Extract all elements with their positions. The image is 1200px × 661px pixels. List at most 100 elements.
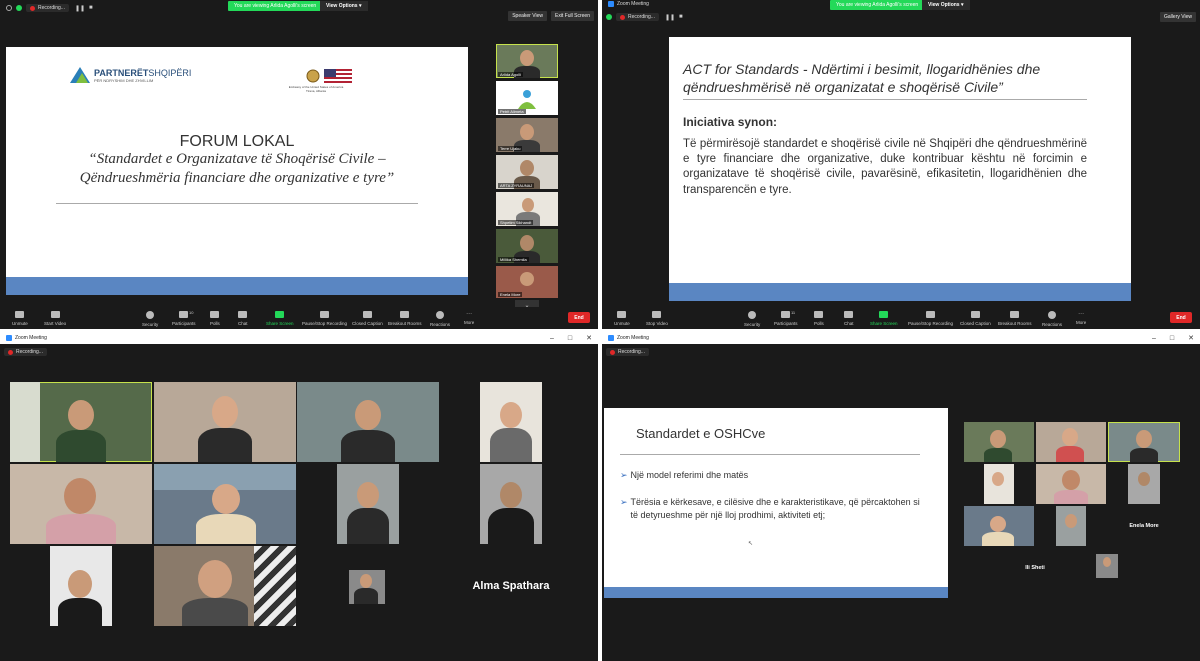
participant-tile[interactable] <box>154 382 296 462</box>
participant-name: Millika Shemila <box>498 257 529 262</box>
speaker-view-button[interactable]: Speaker View <box>508 11 547 21</box>
polls-button[interactable]: Polls <box>814 311 824 326</box>
recording-indicator[interactable]: Recording... <box>26 4 69 12</box>
participant-tile[interactable]: Petrit Alimeta <box>496 81 558 115</box>
participant-tile[interactable]: ARTA ZYRAUNAJ <box>496 155 558 189</box>
maximize-icon[interactable]: □ <box>568 335 572 342</box>
participant-face <box>1138 472 1150 486</box>
participant-face <box>500 402 522 428</box>
maximize-icon[interactable]: □ <box>1170 335 1174 342</box>
security-shield-icon[interactable] <box>606 14 612 20</box>
participant-face <box>990 430 1006 448</box>
share-screen-icon <box>879 311 889 318</box>
reactions-button[interactable]: Reactions <box>430 311 450 327</box>
participant-tile[interactable]: Terre Ujaku <box>496 118 558 152</box>
exit-full-screen-button[interactable]: Exit Full Screen <box>550 11 594 21</box>
end-button[interactable]: End <box>568 312 590 323</box>
participants-label: Participants <box>774 321 798 326</box>
participant-body <box>347 508 389 544</box>
participant-tile[interactable]: Ili Sheti <box>1000 548 1070 588</box>
participant-tile[interactable] <box>10 546 152 626</box>
close-icon[interactable]: ✕ <box>586 334 592 342</box>
breakout-rooms-button[interactable]: Breakout Rooms <box>388 311 422 326</box>
security-label: Security <box>744 322 761 327</box>
meeting-topbar: Recording... <box>0 346 598 358</box>
participant-tile[interactable] <box>1072 548 1142 588</box>
participant-tile[interactable]: Shpetim Sikhandt <box>496 192 558 226</box>
more-icon: ··· <box>466 311 473 317</box>
end-button[interactable]: End <box>1170 312 1192 323</box>
participant-tile[interactable] <box>297 382 439 462</box>
start-video-button[interactable]: Start Video <box>44 311 66 326</box>
participant-tile[interactable] <box>964 422 1034 462</box>
participant-tile[interactable] <box>964 506 1034 546</box>
participant-tile[interactable] <box>154 464 296 544</box>
reactions-icon <box>436 311 444 319</box>
recording-indicator[interactable]: Recording... <box>606 348 649 356</box>
participant-body <box>1056 446 1084 462</box>
unmute-button[interactable]: Unmute <box>614 311 630 326</box>
more-button[interactable]: ··· More <box>464 311 474 325</box>
security-button[interactable]: Security <box>744 311 760 327</box>
pause-stop-recording-button[interactable]: Pause/Stop Recording <box>908 311 953 326</box>
participant-tile[interactable]: Enela More <box>496 266 558 298</box>
shared-slide: Standardet e OSHCve ➢ Një model referimi … <box>604 408 948 598</box>
unmute-button[interactable]: Unmute <box>12 311 28 326</box>
pause-icon[interactable]: ❚❚ <box>665 14 675 21</box>
gallery-view-button[interactable]: Gallery View <box>1160 12 1196 22</box>
participant-tile[interactable] <box>1108 464 1180 504</box>
video-icon <box>652 311 662 318</box>
participant-tile[interactable] <box>1108 422 1180 462</box>
chat-label: Chat <box>238 321 248 326</box>
breakout-rooms-icon <box>400 311 410 318</box>
minimize-icon[interactable]: – <box>1152 335 1156 342</box>
recording-indicator[interactable]: Recording... <box>4 348 47 356</box>
stop-icon[interactable]: ■ <box>679 14 683 20</box>
participant-tile[interactable] <box>297 464 439 544</box>
share-screen-button[interactable]: Share Screen <box>870 311 898 326</box>
closed-caption-button[interactable]: Closed Caption <box>352 311 383 326</box>
pause-icon[interactable]: ❚❚ <box>75 5 85 12</box>
participant-tile[interactable] <box>440 464 582 544</box>
participant-tile[interactable] <box>154 546 296 626</box>
participant-tile[interactable] <box>1036 506 1106 546</box>
participant-tile[interactable]: Arlida Agolli <box>496 44 558 78</box>
close-icon[interactable]: ✕ <box>1188 334 1194 342</box>
chat-button[interactable]: Chat <box>844 311 854 326</box>
reactions-button[interactable]: Reactions <box>1042 311 1062 327</box>
more-button[interactable]: ··· More <box>1076 311 1086 325</box>
shared-slide: ACT for Standards - Ndërtimi i besimit, … <box>669 37 1131 301</box>
minimize-icon[interactable]: – <box>550 335 554 342</box>
participant-tile[interactable]: Alma Spathara <box>440 546 582 626</box>
view-options-button[interactable]: View Options ▾ <box>320 1 368 11</box>
security-shield-icon[interactable] <box>16 5 22 11</box>
stop-icon[interactable]: ■ <box>89 5 93 11</box>
participant-tile[interactable] <box>440 382 582 462</box>
participant-tile[interactable] <box>10 382 152 462</box>
participant-body <box>984 448 1012 462</box>
view-options-button[interactable]: View Options ▾ <box>922 0 970 10</box>
pause-stop-recording-button[interactable]: Pause/Stop Recording <box>302 311 347 326</box>
participant-tile[interactable] <box>10 464 152 544</box>
polls-button[interactable]: Polls <box>210 311 220 326</box>
chat-icon <box>238 311 248 318</box>
share-screen-button[interactable]: Share Screen <box>266 311 294 326</box>
participant-tile[interactable]: Millika Shemila <box>496 229 558 263</box>
closed-caption-button[interactable]: Closed Caption <box>960 311 991 326</box>
share-screen-icon <box>275 311 285 318</box>
partneret-logo-icon <box>70 67 90 83</box>
recording-indicator[interactable]: Recording... <box>616 13 659 21</box>
record-dot-icon <box>620 14 625 20</box>
security-button[interactable]: Security <box>142 311 158 327</box>
participants-icon <box>781 311 791 318</box>
participant-tile[interactable] <box>1036 464 1106 504</box>
participant-tile[interactable]: Enela More <box>1108 506 1180 546</box>
info-icon[interactable] <box>6 5 12 11</box>
chat-button[interactable]: Chat <box>238 311 248 326</box>
breakout-rooms-button[interactable]: Breakout Rooms <box>998 311 1032 326</box>
participant-tile[interactable] <box>297 546 439 626</box>
stop-video-button[interactable]: Stop Video <box>646 311 668 326</box>
participant-body <box>58 598 102 626</box>
participant-tile[interactable] <box>1036 422 1106 462</box>
participant-tile[interactable] <box>964 464 1034 504</box>
